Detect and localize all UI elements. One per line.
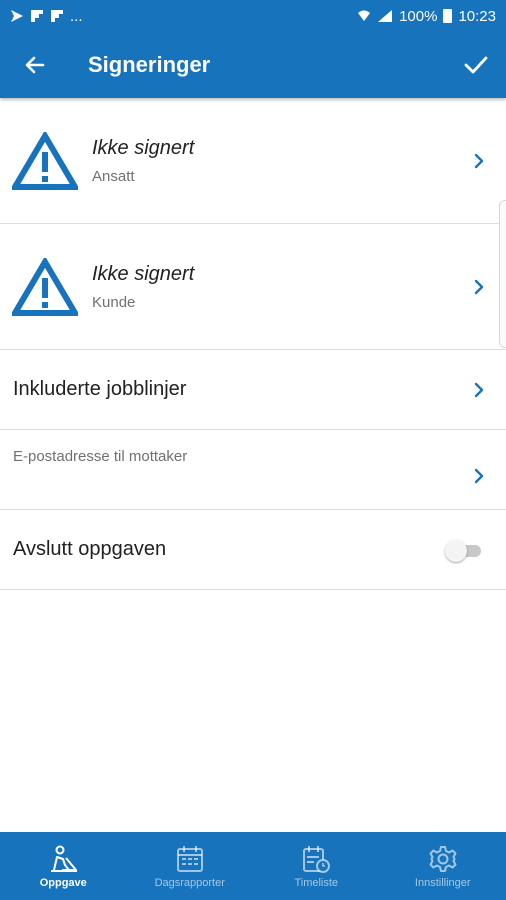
nav-tab-label: Dagsrapporter — [154, 876, 225, 889]
scroll-indicator[interactable] — [499, 200, 506, 348]
notification-send-icon — [11, 10, 23, 22]
included-job-lines-label: Inkluderte jobblinjer — [13, 378, 187, 400]
chevron-right-icon — [474, 153, 484, 168]
chevron-right-icon — [474, 468, 484, 484]
nav-tab-label: Innstillinger — [414, 876, 471, 889]
more-notifications-indicator: ... — [70, 7, 83, 25]
finish-task-label: Avslutt oppgaven — [13, 538, 167, 560]
timesheet-icon — [303, 845, 331, 873]
gear-icon — [429, 845, 457, 872]
flipboard-icon — [31, 10, 43, 22]
app-bar: Signeringer — [0, 32, 506, 98]
chevron-right-icon — [474, 279, 484, 294]
content-list: Ikke signert Ansatt Ikke signert Kunde I… — [0, 98, 506, 590]
nav-tab-label: Timeliste — [294, 876, 339, 889]
page-title: Signeringer — [88, 52, 211, 77]
signature-role: Ansatt — [92, 167, 135, 185]
wifi-icon — [358, 10, 371, 21]
flipboard-icon — [51, 10, 63, 22]
included-job-lines-row[interactable]: Inkluderte jobblinjer — [0, 350, 506, 430]
signature-row-employee[interactable]: Ikke signert Ansatt — [0, 98, 506, 224]
clock: 10:23 — [458, 7, 496, 25]
signature-text: Ikke signert Ansatt — [92, 137, 194, 185]
warning-icon — [12, 131, 78, 190]
battery-percentage: 100% — [399, 7, 438, 25]
arrow-back-icon — [25, 56, 45, 74]
nav-tab-timesheet[interactable]: Timeliste — [253, 832, 380, 900]
signature-status: Ikke signert — [92, 262, 195, 285]
bottom-navigation: Oppgave Dagsrapporter Timeliste Innstill… — [0, 832, 506, 900]
warning-icon — [12, 257, 78, 316]
back-button[interactable] — [0, 32, 70, 98]
nav-tab-label: Oppgave — [39, 876, 87, 889]
worker-icon — [51, 845, 78, 872]
notification-icons: ... — [10, 8, 83, 25]
finish-task-toggle[interactable] — [445, 539, 481, 562]
status-bar: ... 100% 10:23 — [0, 0, 506, 32]
nav-tab-daily-reports[interactable]: Dagsrapporter — [127, 832, 254, 900]
recipient-email-row[interactable]: E-postadresse til mottaker — [0, 430, 506, 510]
chevron-right-icon — [474, 382, 484, 397]
signature-text: Ikke signert Kunde — [92, 263, 194, 311]
signature-row-customer[interactable]: Ikke signert Kunde — [0, 224, 506, 350]
confirm-button[interactable] — [446, 32, 506, 98]
nav-tab-settings[interactable]: Innstillinger — [380, 832, 506, 900]
signature-status: Ikke signert — [92, 136, 195, 159]
toggle-knob — [445, 539, 467, 562]
calendar-icon — [176, 845, 203, 872]
signal-icon — [378, 10, 393, 22]
finish-task-row: Avslutt oppgaven — [0, 510, 506, 590]
signature-role: Kunde — [92, 293, 136, 311]
battery-icon — [443, 9, 453, 23]
nav-tab-task[interactable]: Oppgave — [0, 832, 127, 900]
recipient-email-label: E-postadresse til mottaker — [13, 448, 188, 465]
check-icon — [464, 56, 488, 74]
system-icons: 100% 10:23 — [357, 8, 496, 25]
